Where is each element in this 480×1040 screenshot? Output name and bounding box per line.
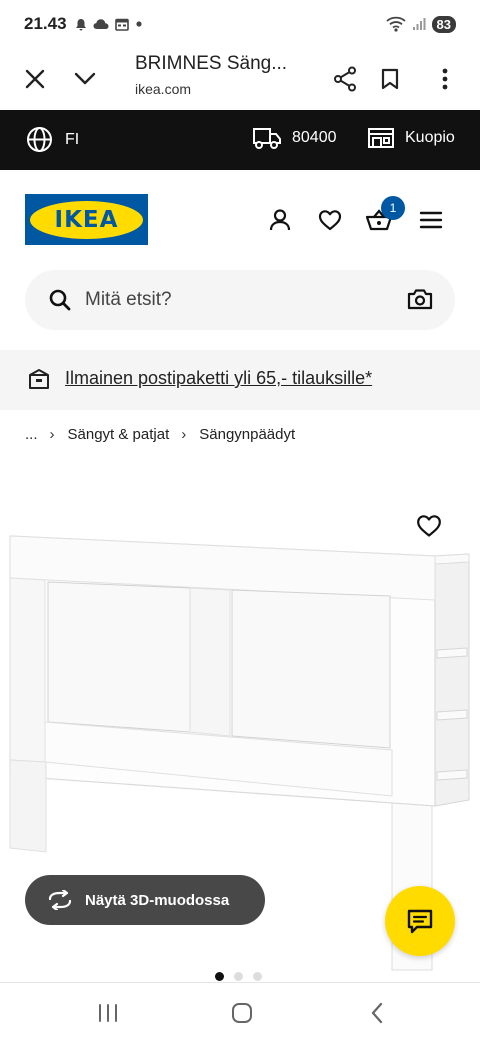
rotate-3d-icon [48,890,72,910]
carousel-dot[interactable] [234,972,243,981]
back-button[interactable] [362,999,392,1027]
heart-icon [318,210,342,231]
chat-button[interactable] [385,886,455,956]
more-menu-button[interactable] [427,61,463,97]
status-time: 21.43 [24,14,67,33]
chevron-down-icon [74,72,96,85]
home-button[interactable] [227,999,257,1027]
recent-apps-button[interactable] [93,999,123,1027]
cart-count-badge: 1 [381,196,405,220]
view-3d-label: Näytä 3D-muodossa [85,891,230,909]
site-header: IKEA 1 [0,170,480,270]
breadcrumb: ... › Sängyt & patjat › Sängynpäädyt [25,426,295,443]
search-input[interactable]: Mitä etsit? [85,289,172,311]
parcel-icon [29,369,49,389]
share-button[interactable] [327,61,363,97]
carousel-dot[interactable] [253,972,262,981]
collapse-button[interactable] [67,61,103,97]
postcode-label: 80400 [292,129,337,146]
signal-icon [412,18,426,30]
top-info-strip: FI 80400 Kuopio [0,110,480,170]
close-tab-button[interactable] [17,61,53,97]
dot-icon [135,21,142,27]
chat-icon [407,909,433,934]
cloud-icon [93,19,109,29]
add-to-favourites-button[interactable] [416,514,442,543]
store-selector[interactable]: Kuopio [367,126,455,150]
page-title[interactable]: BRIMNES Säng... [135,53,287,75]
share-icon [334,66,356,92]
notification-bell-icon [75,18,86,30]
breadcrumb-item[interactable]: Sängynpäädyt [199,426,295,443]
page-url[interactable]: ikea.com [135,81,191,97]
breadcrumb-item[interactable]: ... [25,426,38,443]
carousel-dot[interactable] [215,972,224,981]
search-bar[interactable]: Mitä etsit? [25,270,455,330]
breadcrumb-item[interactable]: Sängyt & patjat [68,426,170,443]
store-label: Kuopio [405,129,455,146]
back-icon [371,1002,383,1024]
promo-link[interactable]: Ilmainen postipaketti yli 65,- tilauksil… [65,368,372,389]
view-3d-button[interactable]: Näytä 3D-muodossa [25,875,265,925]
browser-toolbar: BRIMNES Säng... ikea.com [0,48,480,110]
language-label: FI [65,130,80,148]
visual-search-button[interactable] [407,288,433,315]
ikea-logo[interactable]: IKEA [25,194,148,245]
carousel-indicator [215,972,262,981]
wifi-icon [385,16,406,32]
hamburger-menu-icon [419,211,443,229]
store-icon [368,128,394,148]
language-selector[interactable]: FI [26,126,79,153]
menu-button[interactable] [417,206,445,234]
postcode-selector[interactable]: 80400 [252,126,337,150]
bookmark-button[interactable] [372,61,408,97]
heart-icon [417,515,441,537]
breadcrumb-chevron-icon: › [181,426,187,443]
user-icon [269,209,291,231]
system-navigation-bar [0,982,480,1040]
more-vert-icon [442,68,448,90]
home-icon [232,1003,252,1023]
camera-icon [407,289,433,310]
delivery-truck-icon [253,128,281,149]
calendar-icon [114,18,129,31]
close-icon [25,69,45,89]
promo-banner: Ilmainen postipaketti yli 65,- tilauksil… [0,350,480,410]
recent-apps-icon [99,1004,117,1022]
account-button[interactable] [266,206,294,234]
search-icon [49,289,71,311]
globe-icon [27,127,52,152]
bookmark-icon [381,68,399,90]
product-gallery[interactable]: Näytä 3D-muodossa [0,500,480,990]
breadcrumb-chevron-icon: › [49,426,55,443]
battery-level: 83 [431,15,456,33]
status-bar: 21.43 83 [0,0,480,48]
favourites-button[interactable] [316,206,344,234]
logo-text: IKEA [54,206,119,233]
